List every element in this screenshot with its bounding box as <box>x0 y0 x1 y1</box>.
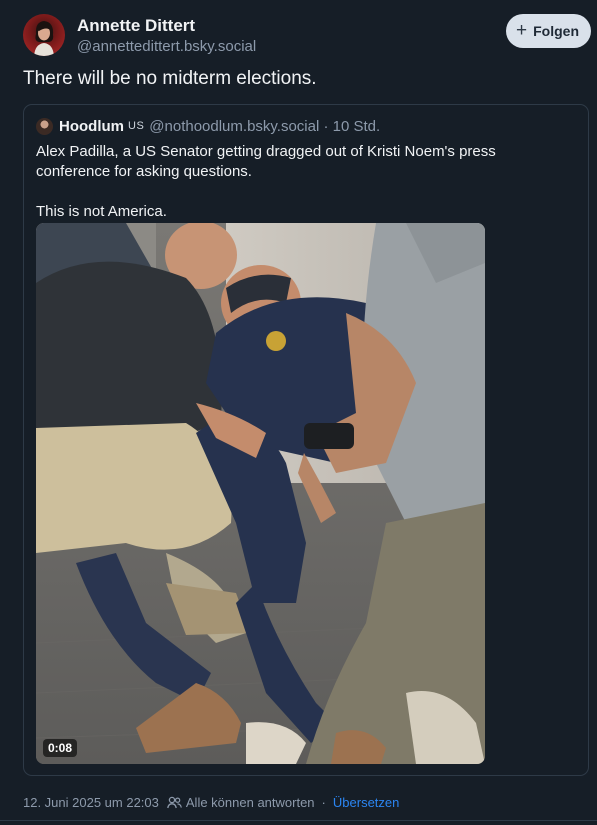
follow-button-label: Folgen <box>533 23 579 39</box>
video-duration: 0:08 <box>43 739 78 757</box>
post-header: Annette Dittert @annettedittert.bsky.soc… <box>23 14 591 58</box>
author-handle[interactable]: @annettedittert.bsky.social <box>77 38 256 55</box>
translate-link[interactable]: Übersetzen <box>333 795 399 810</box>
author-avatar[interactable] <box>23 14 65 56</box>
quoted-author-handle-time[interactable]: @nothoodlum.bsky.social · 10 Std. <box>149 118 380 135</box>
video-player[interactable]: 0:08 <box>36 223 485 764</box>
post-timestamp[interactable]: 12. Juni 2025 um 22:03 <box>23 795 159 810</box>
post-text: There will be no midterm elections. <box>23 68 317 89</box>
post-footer: 12. Juni 2025 um 22:03 Alle können antwo… <box>23 794 399 810</box>
quoted-author-flag: US <box>128 120 145 132</box>
quoted-post-text: Alex Padilla, a US Senator getting dragg… <box>36 142 556 222</box>
avatar-portrait-icon <box>34 21 54 56</box>
people-icon <box>167 796 182 808</box>
quoted-author-name[interactable]: Hoodlum <box>59 118 124 135</box>
quoted-post-header: Hoodlum US @nothoodlum.bsky.social · 10 … <box>36 117 380 135</box>
divider <box>0 820 597 821</box>
quoted-post-paragraph: This is not America. <box>36 203 167 220</box>
author-name[interactable]: Annette Dittert <box>77 16 195 36</box>
follow-button[interactable]: + Folgen <box>506 14 591 48</box>
reply-setting-label: Alle können antworten <box>185 794 315 810</box>
plus-icon: + <box>516 19 528 41</box>
footer-separator: · <box>321 794 326 810</box>
quoted-post[interactable]: Hoodlum US @nothoodlum.bsky.social · 10 … <box>23 104 589 776</box>
reply-setting: Alle können antworten <box>167 795 315 810</box>
video-thumbnail <box>36 223 485 764</box>
quoted-post-paragraph: Alex Padilla, a US Senator getting dragg… <box>36 143 496 180</box>
quoted-author-avatar[interactable] <box>36 117 53 135</box>
